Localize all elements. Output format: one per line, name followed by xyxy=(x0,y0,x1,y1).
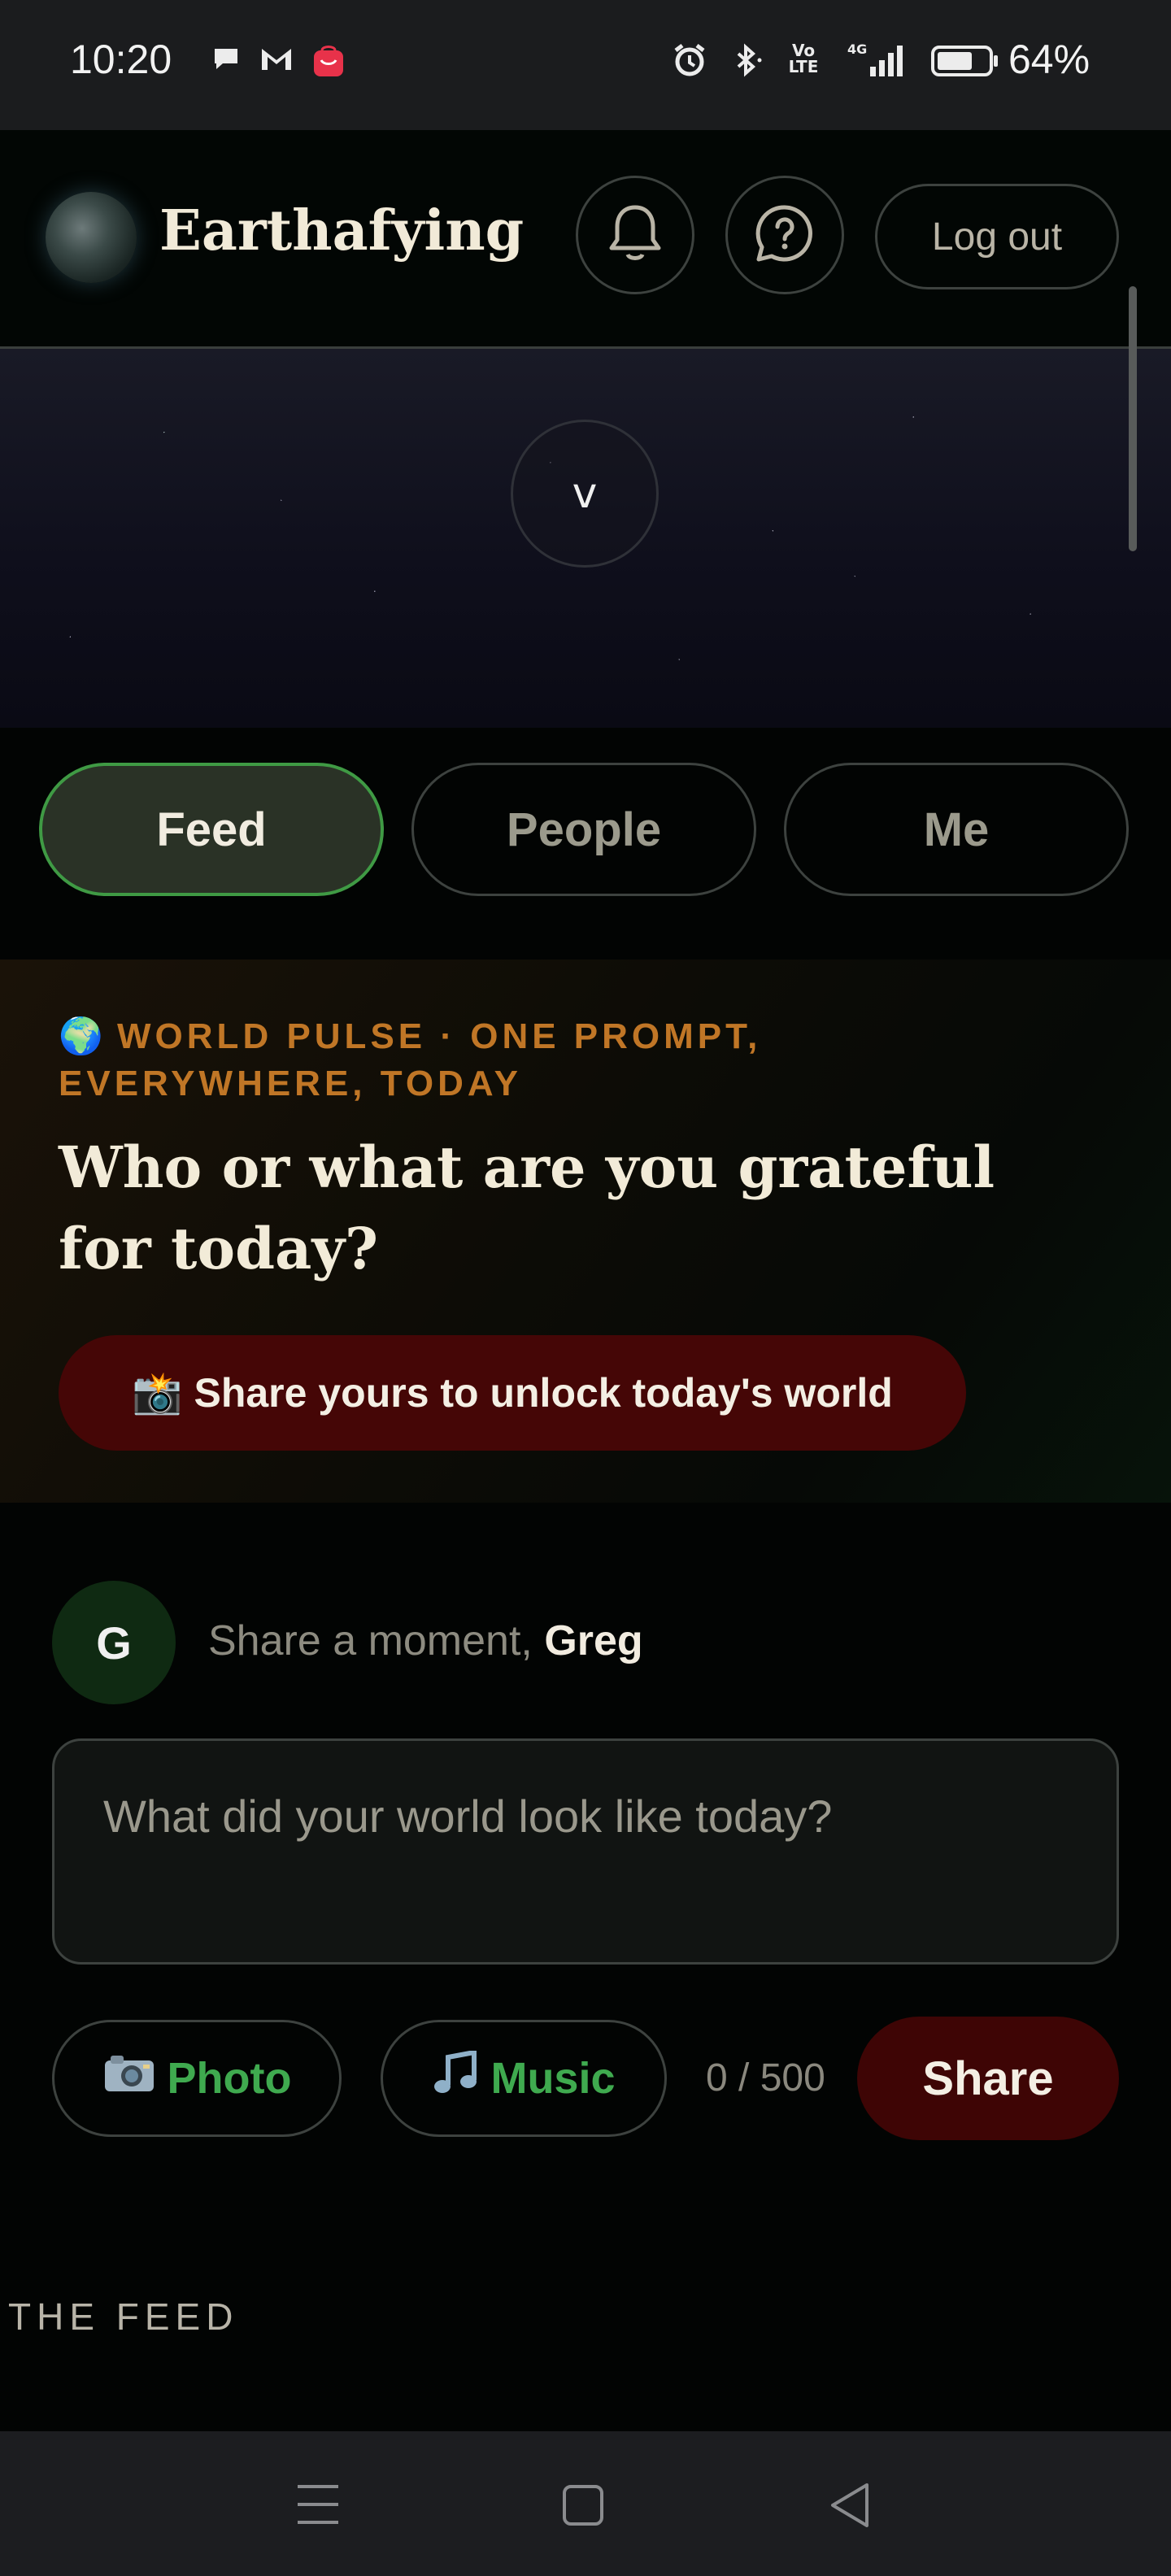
camera-flash-icon: 📸 xyxy=(132,1369,183,1416)
world-pulse-label: 🌍 WORLD PULSE · ONE PROMPT, EVERYWHERE, … xyxy=(59,1013,953,1107)
unlock-world-label: Share yours to unlock today's world xyxy=(194,1370,893,1416)
music-note-icon xyxy=(432,2048,479,2107)
composer-prompt: Share a moment, Greg xyxy=(208,1617,643,1665)
unlock-world-button[interactable]: 📸 Share yours to unlock today's world xyxy=(59,1335,966,1451)
camera-icon xyxy=(102,2052,156,2105)
feed-heading: THE FEED xyxy=(8,2295,239,2338)
gmail-icon xyxy=(259,42,294,78)
notifications-button[interactable] xyxy=(576,176,694,294)
home-icon[interactable] xyxy=(561,2483,605,2530)
chat-bubble-icon xyxy=(208,42,244,78)
volte-icon: Vo LTE xyxy=(788,41,819,76)
music-label: Music xyxy=(490,2054,616,2103)
music-button[interactable]: Music xyxy=(381,2020,667,2137)
help-chat-icon xyxy=(752,201,817,269)
bluetooth-icon xyxy=(729,42,764,78)
character-counter: 0 / 500 xyxy=(706,2056,825,2100)
status-time: 10:20 xyxy=(70,37,172,82)
brand-title[interactable]: Earthafying xyxy=(159,198,524,263)
logout-button[interactable]: Log out xyxy=(875,184,1119,289)
battery-icon xyxy=(930,42,1000,78)
signal-4g-icon: 4G xyxy=(846,41,911,78)
composer-prompt-prefix: Share a moment, xyxy=(208,1617,533,1664)
tab-feed[interactable]: Feed xyxy=(39,763,384,896)
globe-emoji-icon: 🌍 xyxy=(59,1016,103,1056)
tab-me[interactable]: Me xyxy=(784,763,1129,896)
world-pulse-question: Who or what are you grateful for today? xyxy=(59,1134,995,1282)
photo-button[interactable]: Photo xyxy=(52,2020,342,2137)
world-pulse-label-text: WORLD PULSE · ONE PROMPT, EVERYWHERE, TO… xyxy=(59,1016,762,1103)
shopping-bag-icon xyxy=(311,42,346,78)
share-button[interactable]: Share xyxy=(857,2017,1119,2140)
chevron-down-icon: v xyxy=(572,469,598,518)
composer-user-name: Greg xyxy=(544,1617,643,1664)
alarm-icon xyxy=(672,42,707,78)
photo-label: Photo xyxy=(167,2054,292,2103)
expand-button[interactable]: v xyxy=(511,420,659,568)
tab-people[interactable]: People xyxy=(411,763,756,896)
menu-icon[interactable] xyxy=(294,2482,342,2530)
battery-percent: 64% xyxy=(1008,37,1090,82)
back-icon[interactable] xyxy=(828,2482,872,2532)
bell-icon xyxy=(605,201,665,269)
scrollbar[interactable] xyxy=(1129,286,1137,551)
help-button[interactable] xyxy=(725,176,844,294)
svg-text:4G: 4G xyxy=(847,42,867,57)
moment-textarea[interactable]: What did your world look like today? xyxy=(52,1738,1119,1965)
avatar[interactable]: G xyxy=(52,1581,176,1704)
globe-logo-icon xyxy=(46,192,137,283)
